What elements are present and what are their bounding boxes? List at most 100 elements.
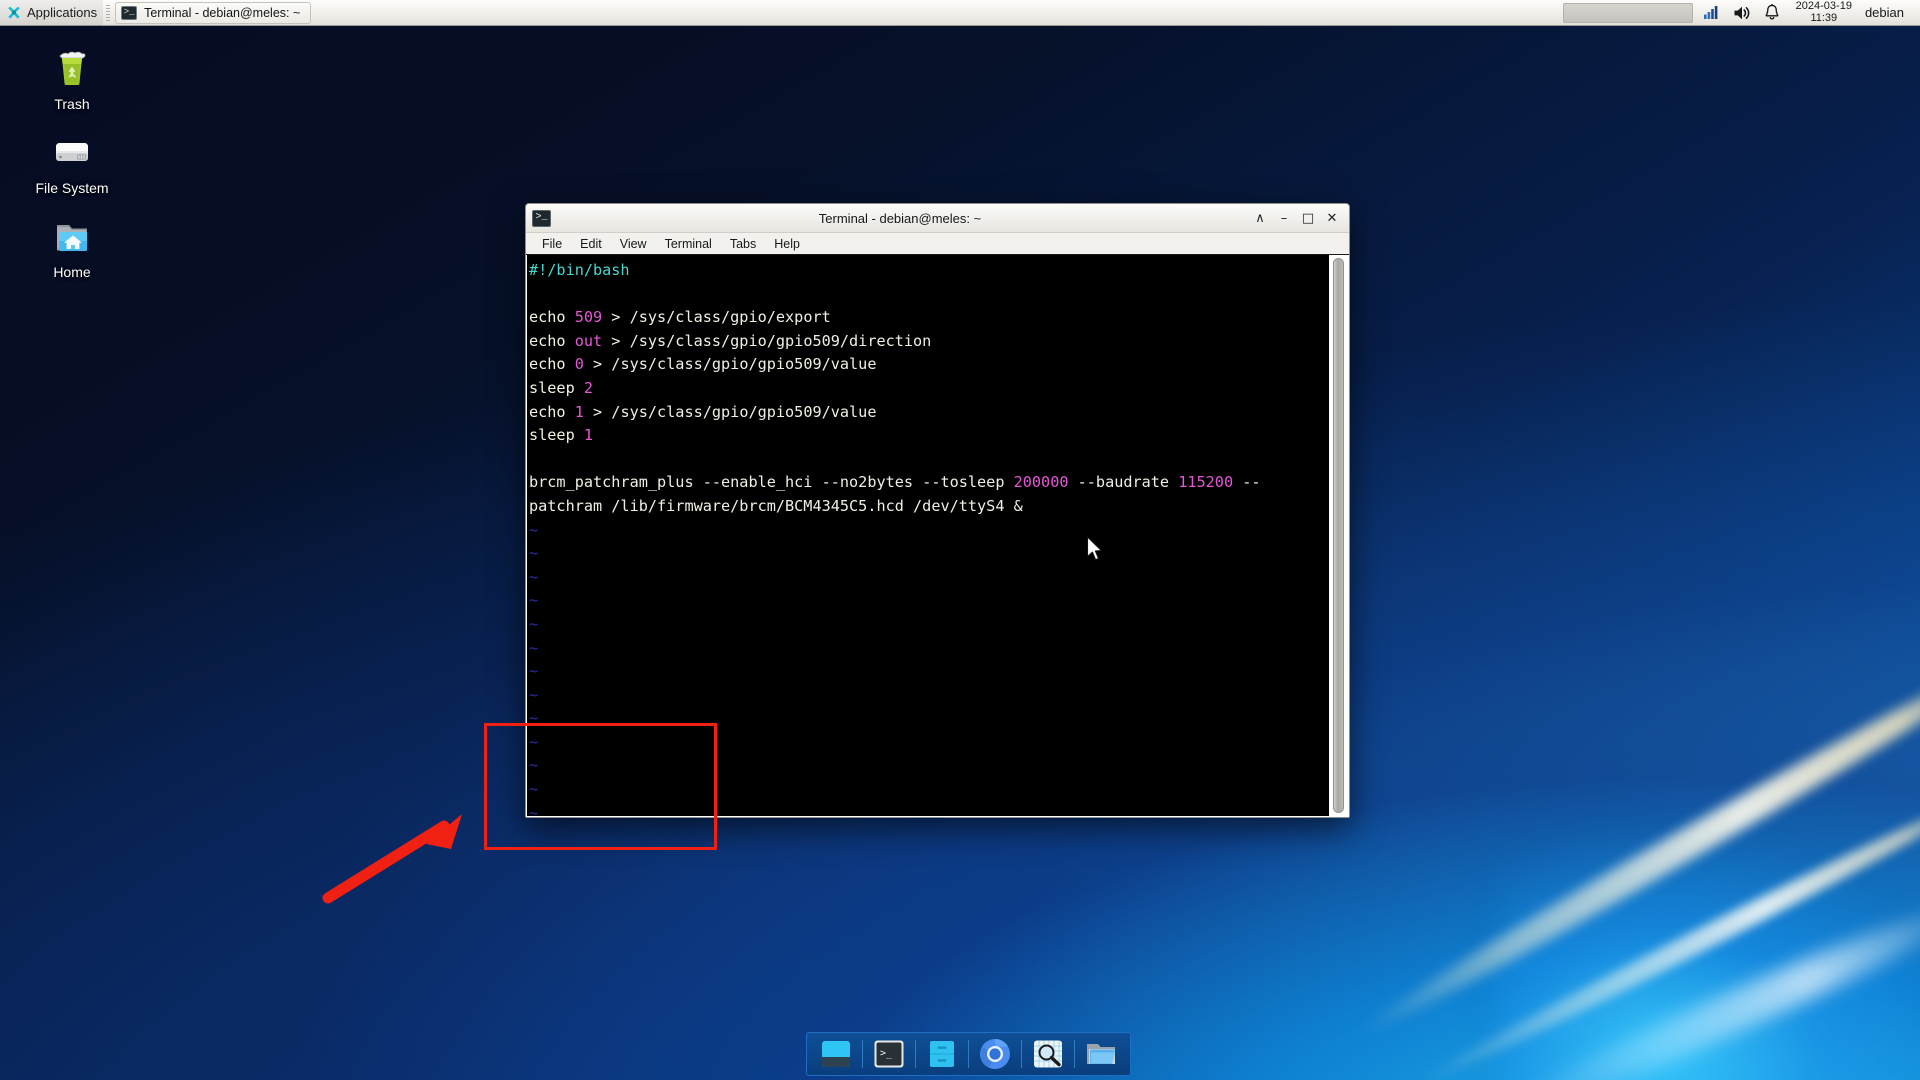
vim-empty-line-marker: ~ [529,591,539,610]
system-tray[interactable]: 2024-03-19 11:39 debian [1562,0,1920,26]
desktop-icon-label: Home [53,264,91,280]
harddrive-icon [56,143,88,161]
xfce-mouse-icon [8,6,20,19]
panel-handle [106,4,111,21]
scrollbar-thumb[interactable] [1333,258,1344,813]
dock[interactable]: >_ [806,1032,1131,1076]
terminal-line: echo 0 > /sys/class/gpio/gpio509/value [529,353,1329,377]
chromium-icon [980,1039,1010,1069]
dock-separator [915,1040,916,1068]
menu-view[interactable]: View [612,236,655,252]
terminal-line: sleep 1 [529,424,1329,448]
file-cabinet-icon [930,1041,954,1067]
desktop-icon-trash[interactable]: Trash [16,45,128,112]
window-title-bar[interactable]: >_ Terminal - debian@meles: ~ ∧ – □ ✕ [526,204,1349,233]
terminal-token: echo [529,308,575,327]
menu-help[interactable]: Help [766,236,808,252]
vim-empty-line-marker: ~ [529,803,539,816]
terminal-token: patchram /lib/firmware/brcm/BCM4345C5.hc… [529,496,1023,515]
vim-empty-line-marker: ~ [529,520,539,539]
terminal-line: echo out > /sys/class/gpio/gpio509/direc… [529,330,1329,354]
terminal-token: 200000 [1013,473,1069,492]
terminal-token: sleep [529,426,584,445]
minimize-button[interactable]: – [1273,207,1295,229]
terminal-token: out [574,331,603,350]
menu-file[interactable]: File [534,236,570,252]
dock-item-search[interactable] [1027,1035,1069,1073]
terminal-token: 1 [574,402,584,421]
vim-empty-line-marker: ~ [529,544,539,563]
dock-separator [1074,1040,1075,1068]
terminal-line: echo 509 > /sys/class/gpio/export [529,306,1329,330]
terminal-body[interactable]: #!/bin/bash echo 509 > /sys/class/gpio/e… [526,255,1349,817]
home-folder-icon [57,225,87,251]
bell-icon[interactable] [1757,0,1787,26]
terminal-token: 1 [583,426,594,445]
top-panel[interactable]: Applications >_ Terminal - debian@meles:… [0,0,1920,26]
menu-edit[interactable]: Edit [572,236,610,252]
tray-notification-area [1562,2,1693,23]
desktop[interactable]: Trash File System Home >_ Terminal - deb… [0,0,1920,1080]
applications-menu-button[interactable]: Applications [0,0,104,26]
magnifier-icon [1034,1040,1062,1068]
vim-empty-line-marker: ~ [529,685,539,704]
vim-empty-line-marker: ~ [529,638,539,657]
dock-item-file-cabinet[interactable] [921,1035,963,1073]
taskbar-item-label: Terminal - debian@meles: ~ [144,5,301,20]
clock[interactable]: 2024-03-19 11:39 [1787,0,1861,26]
terminal-token: > /sys/class/gpio/gpio509/direction [602,331,932,350]
window-controls: ∧ – □ ✕ [1249,207,1343,229]
terminal-token: 115200 [1178,473,1234,492]
clock-date: 2024-03-19 [1795,0,1852,12]
terminal-window[interactable]: >_ Terminal - debian@meles: ~ ∧ – □ ✕ Fi… [525,203,1350,818]
terminal-token: > /sys/class/gpio/export [602,308,831,327]
window-title: Terminal - debian@meles: ~ [818,210,982,226]
menu-bar: File Edit View Terminal Tabs Help [526,233,1349,255]
terminal-line: brcm_patchram_plus --enable_hci --no2byt… [529,471,1329,495]
dock-item-show-desktop[interactable] [815,1035,857,1073]
terminal-token: echo [529,331,575,350]
terminal-screen[interactable]: #!/bin/bash echo 509 > /sys/class/gpio/e… [527,255,1329,816]
dock-item-chromium[interactable] [974,1035,1016,1073]
dock-separator [862,1040,863,1068]
terminal-icon: >_ [532,209,551,227]
vim-empty-line-marker: ~ [529,614,539,633]
terminal-icon: >_ [121,5,138,20]
clock-time: 11:39 [1810,11,1838,24]
speaker-icon[interactable] [1727,0,1757,26]
maximize-button[interactable]: □ [1297,207,1319,229]
terminal-token: #!/bin/bash [529,261,630,279]
vim-empty-line-marker: ~ [529,567,539,586]
vim-empty-line-marker: ~ [529,756,539,775]
desktop-icon-label: File System [35,180,109,196]
terminal-line: patchram /lib/firmware/brcm/BCM4345C5.hc… [529,495,1329,519]
dock-item-file-manager[interactable] [1080,1035,1122,1073]
terminal-token: echo [529,402,575,421]
terminal-token: echo [529,355,575,374]
desktop-icon-home[interactable]: Home [16,213,128,280]
terminal-token: > /sys/class/gpio/gpio509/value [583,402,877,421]
terminal-token: 0 [574,355,584,374]
terminal-token: 509 [574,308,603,327]
close-button[interactable]: ✕ [1321,207,1343,229]
desktop-icon-label: Trash [54,96,90,112]
file-manager-icon [1087,1044,1115,1064]
taskbar-item-terminal[interactable]: >_ Terminal - debian@meles: ~ [115,1,312,24]
menu-tabs[interactable]: Tabs [722,236,764,252]
terminal-scrollbar[interactable] [1329,255,1348,816]
terminal-line: #!/bin/bash [529,259,1329,283]
network-signal-icon[interactable] [1697,0,1727,26]
vim-empty-line-marker: ~ [529,709,539,728]
terminal-line: sleep 2 [529,377,1329,401]
user-menu[interactable]: debian [1861,5,1914,20]
dock-item-terminal[interactable]: >_ [868,1035,910,1073]
terminal-token: brcm_patchram_plus --enable_hci --no2byt… [529,473,1014,492]
trash-icon [59,51,86,85]
desktop-icon-file-system[interactable]: File System [16,129,128,196]
shade-button[interactable]: ∧ [1249,207,1271,229]
terminal-token: 2 [583,378,594,397]
terminal-line: echo 1 > /sys/class/gpio/gpio509/value [529,401,1329,425]
menu-terminal[interactable]: Terminal [657,236,720,252]
